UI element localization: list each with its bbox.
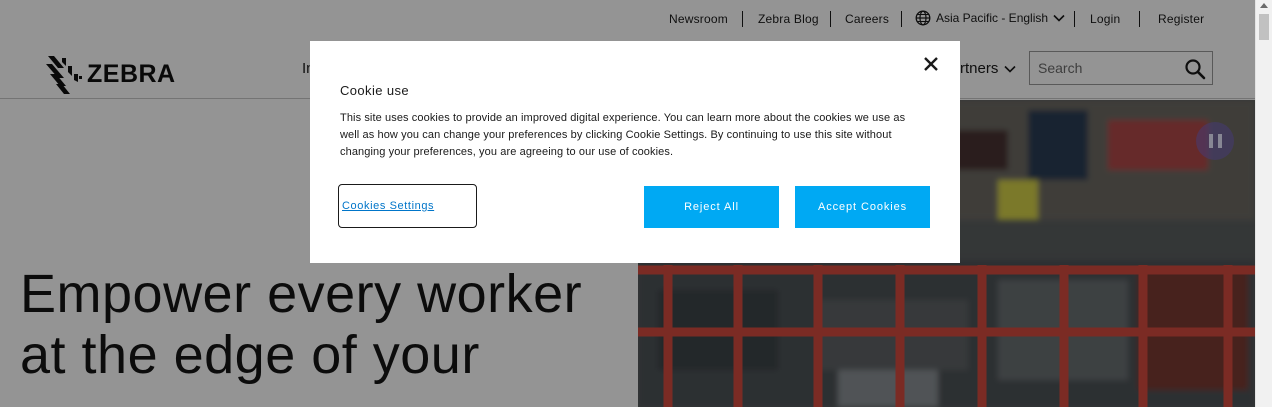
reject-all-button[interactable]: Reject All bbox=[644, 186, 779, 228]
scrollbar-thumb[interactable] bbox=[1259, 14, 1269, 40]
dialog-description: This site uses cookies to provide an imp… bbox=[340, 112, 906, 158]
cookies-settings-button[interactable]: Cookies Settings bbox=[338, 184, 477, 228]
accept-cookies-button[interactable]: Accept Cookies bbox=[795, 186, 930, 228]
close-icon[interactable] bbox=[922, 55, 940, 73]
dialog-title: Cookie use bbox=[340, 83, 410, 98]
page-scrollbar[interactable] bbox=[1255, 0, 1272, 407]
scroll-up-icon[interactable] bbox=[1260, 3, 1268, 8]
cookie-consent-dialog: Cookie use This site uses cookies to pro… bbox=[310, 41, 960, 263]
